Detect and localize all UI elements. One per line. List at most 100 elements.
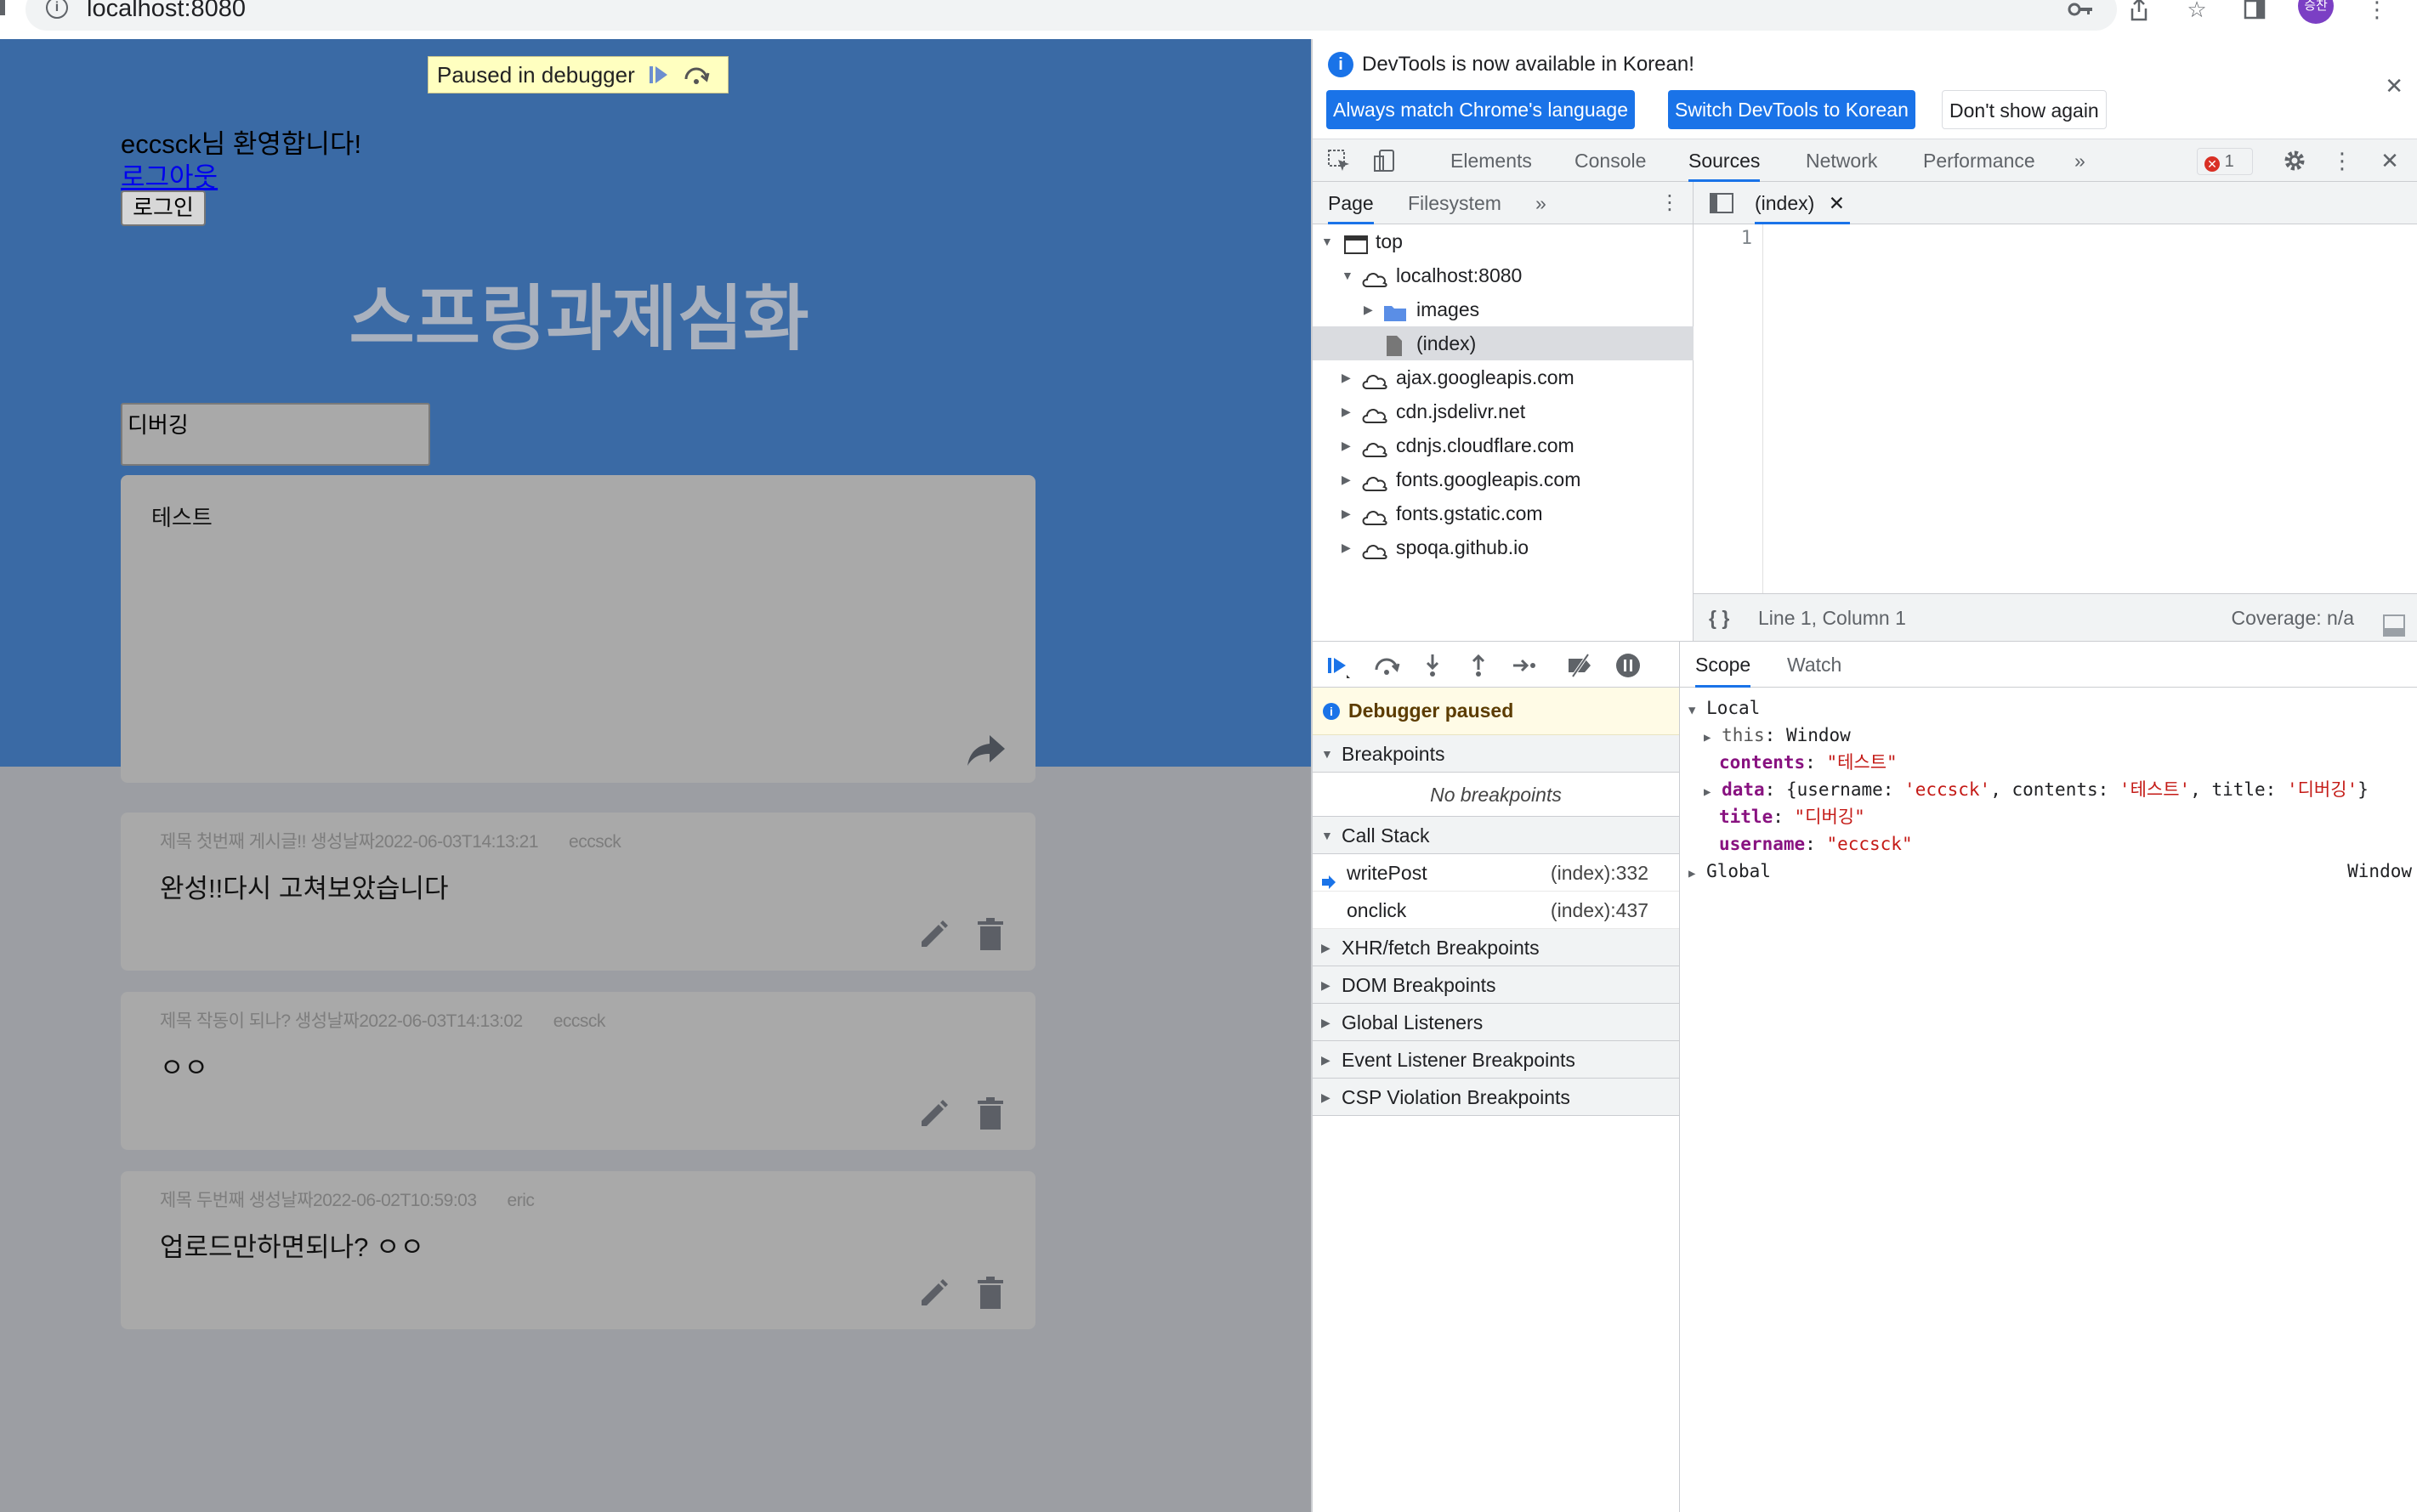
close-tab-icon[interactable]: ✕	[1829, 192, 1845, 214]
xhr-breakpoints-section-header[interactable]: ▶ XHR/fetch Breakpoints	[1313, 929, 1679, 966]
cloud-icon	[1360, 537, 1387, 559]
pretty-print-icon[interactable]: { }	[1709, 594, 1729, 642]
dom-breakpoints-section-header[interactable]: ▶ DOM Breakpoints	[1313, 966, 1679, 1004]
resume-icon[interactable]	[1325, 651, 1353, 680]
expanded-triangle-icon: ▼	[1688, 704, 1696, 717]
infobar-message: DevTools is now available in Korean!	[1362, 53, 1694, 76]
switch-to-korean-button[interactable]: Switch DevTools to Korean	[1668, 90, 1915, 129]
tree-item-domain[interactable]: ▶ cdn.jsdelivr.net	[1313, 394, 1694, 428]
post-body: ㅇㅇ	[160, 1053, 209, 1083]
scope-data-row[interactable]: ▶ data: {username: 'eccsck', contents: '…	[1704, 776, 2369, 803]
tab-elements[interactable]: Elements	[1450, 139, 1532, 182]
scope-local-row[interactable]: ▼ Local	[1688, 694, 1760, 722]
edit-icon[interactable]	[916, 1277, 950, 1311]
url-text[interactable]: localhost:8080	[87, 0, 246, 23]
login-button[interactable]: 로그인	[121, 190, 206, 226]
tab-watch[interactable]: Watch	[1787, 642, 1841, 688]
more-menu-icon[interactable]: ⋮	[2363, 0, 2391, 22]
customize-menu-icon[interactable]: ⋮	[2329, 148, 2355, 173]
deactivate-breakpoints-icon[interactable]	[1566, 651, 1595, 680]
always-match-language-button[interactable]: Always match Chrome's language	[1326, 90, 1635, 129]
tree-item-localhost[interactable]: ▼ localhost:8080	[1313, 258, 1694, 292]
collapsed-triangle-icon: ▶	[1342, 439, 1351, 452]
coverage-text: Coverage: n/a	[2231, 607, 2354, 629]
trash-icon[interactable]	[976, 1097, 1005, 1131]
close-icon[interactable]: ✕	[2385, 73, 2403, 99]
submit-share-icon[interactable]	[964, 730, 1008, 769]
toggle-navigator-icon[interactable]	[1709, 192, 1734, 214]
toolbar-icons: ☆ 승찬 ⋮	[2067, 0, 2417, 24]
tree-item-index[interactable]: (index)	[1313, 326, 1694, 360]
global-listeners-section-header[interactable]: ▶ Global Listeners	[1313, 1004, 1679, 1041]
step-over-icon[interactable]	[683, 61, 710, 88]
collapsed-triangle-icon: ▶	[1704, 785, 1711, 799]
tab-network[interactable]: Network	[1806, 139, 1877, 182]
tree-item-images[interactable]: ▶ images	[1313, 292, 1694, 326]
more-tabs-chevron-icon[interactable]: »	[1535, 182, 1546, 224]
tree-item-domain[interactable]: ▶ cdnjs.cloudflare.com	[1313, 428, 1694, 462]
frame-icon	[1343, 231, 1370, 254]
trash-icon[interactable]	[976, 1277, 1005, 1311]
editor-tab-index[interactable]: (index) ✕	[1755, 182, 1850, 224]
scope-this-row[interactable]: ▶ this: Window	[1704, 722, 1851, 749]
pause-on-exceptions-icon[interactable]	[1614, 651, 1643, 680]
edit-icon[interactable]	[916, 918, 950, 952]
csp-violation-breakpoints-section-header[interactable]: ▶ CSP Violation Breakpoints	[1313, 1079, 1679, 1116]
title-input[interactable]: 디버깅	[121, 403, 430, 466]
logout-link[interactable]: 로그아웃	[121, 156, 218, 194]
tree-item-domain[interactable]: ▶ ajax.googleapis.com	[1313, 360, 1694, 394]
address-bar: i localhost:8080 ☆ 승찬 ⋮	[0, 0, 2417, 39]
tree-item-domain[interactable]: ▶ spoqa.github.io	[1313, 530, 1694, 564]
file-icon	[1384, 333, 1411, 356]
tab-performance[interactable]: Performance	[1923, 139, 2035, 182]
cloud-icon	[1360, 265, 1387, 287]
inspect-element-icon[interactable]	[1326, 148, 1352, 173]
bookmark-star-icon[interactable]: ☆	[2182, 0, 2211, 22]
tab-scope[interactable]: Scope	[1695, 642, 1751, 688]
omnibox[interactable]	[26, 0, 2117, 31]
key-icon[interactable]	[2067, 0, 2096, 22]
step-icon[interactable]	[1510, 651, 1539, 680]
event-listener-breakpoints-section-header[interactable]: ▶ Event Listener Breakpoints	[1313, 1041, 1679, 1079]
tree-item-domain[interactable]: ▶ fonts.gstatic.com	[1313, 496, 1694, 530]
tab-sources[interactable]: Sources	[1688, 139, 1761, 182]
collapsed-triangle-icon: ▶	[1704, 731, 1711, 745]
share-icon[interactable]	[2125, 0, 2153, 22]
debugger-paused-banner: i Debugger paused	[1313, 688, 1679, 735]
dont-show-again-button[interactable]: Don't show again	[1942, 90, 2107, 129]
navigator-menu-icon[interactable]: ⋮	[1660, 182, 1680, 224]
call-frame[interactable]: onclick (index):437	[1313, 892, 1679, 929]
cloud-icon	[1360, 469, 1387, 491]
breakpoints-section-header[interactable]: ▼ Breakpoints	[1313, 735, 1679, 773]
error-count-badge[interactable]: ✕ 1	[2197, 148, 2253, 175]
device-toolbar-icon[interactable]	[1372, 148, 1398, 173]
edit-icon[interactable]	[916, 1097, 950, 1131]
paused-in-debugger-badge: Paused in debugger	[428, 56, 729, 93]
call-stack-section-header[interactable]: ▼ Call Stack	[1313, 817, 1679, 854]
settings-gear-icon[interactable]	[2282, 148, 2307, 173]
trash-icon[interactable]	[976, 918, 1005, 952]
scope-global-row[interactable]: ▶ Global	[1688, 858, 1771, 885]
scope-username-row: username: "eccsck"	[1719, 834, 1913, 854]
side-panel-icon[interactable]	[2240, 0, 2269, 22]
contents-textarea[interactable]: 테스트	[121, 475, 1035, 783]
object-preview-part: {username:	[1785, 779, 1905, 800]
source-editor: (index) ✕ 1 { } Line 1, Column 1 Coverag…	[1694, 182, 2417, 641]
step-out-icon[interactable]	[1464, 651, 1493, 680]
resume-icon[interactable]	[645, 61, 672, 88]
tree-item-domain[interactable]: ▶ fonts.googleapis.com	[1313, 462, 1694, 496]
tree-item-top[interactable]: ▼ top	[1313, 224, 1694, 258]
close-devtools-icon[interactable]: ✕	[2377, 148, 2403, 173]
toggle-debugger-sidebar-icon[interactable]	[2383, 606, 2405, 637]
tab-console[interactable]: Console	[1574, 139, 1646, 182]
profile-avatar[interactable]: 승찬	[2298, 0, 2334, 24]
step-over-icon[interactable]	[1372, 651, 1401, 680]
cloud-icon	[1360, 503, 1387, 525]
more-tabs-chevron-icon[interactable]: »	[2074, 139, 2085, 182]
folder-icon	[1382, 299, 1410, 321]
tab-page[interactable]: Page	[1328, 182, 1374, 224]
cloud-icon	[1360, 401, 1387, 423]
call-frame[interactable]: writePost (index):332	[1313, 854, 1679, 892]
step-into-icon[interactable]	[1418, 651, 1447, 680]
tab-filesystem[interactable]: Filesystem	[1408, 182, 1501, 224]
